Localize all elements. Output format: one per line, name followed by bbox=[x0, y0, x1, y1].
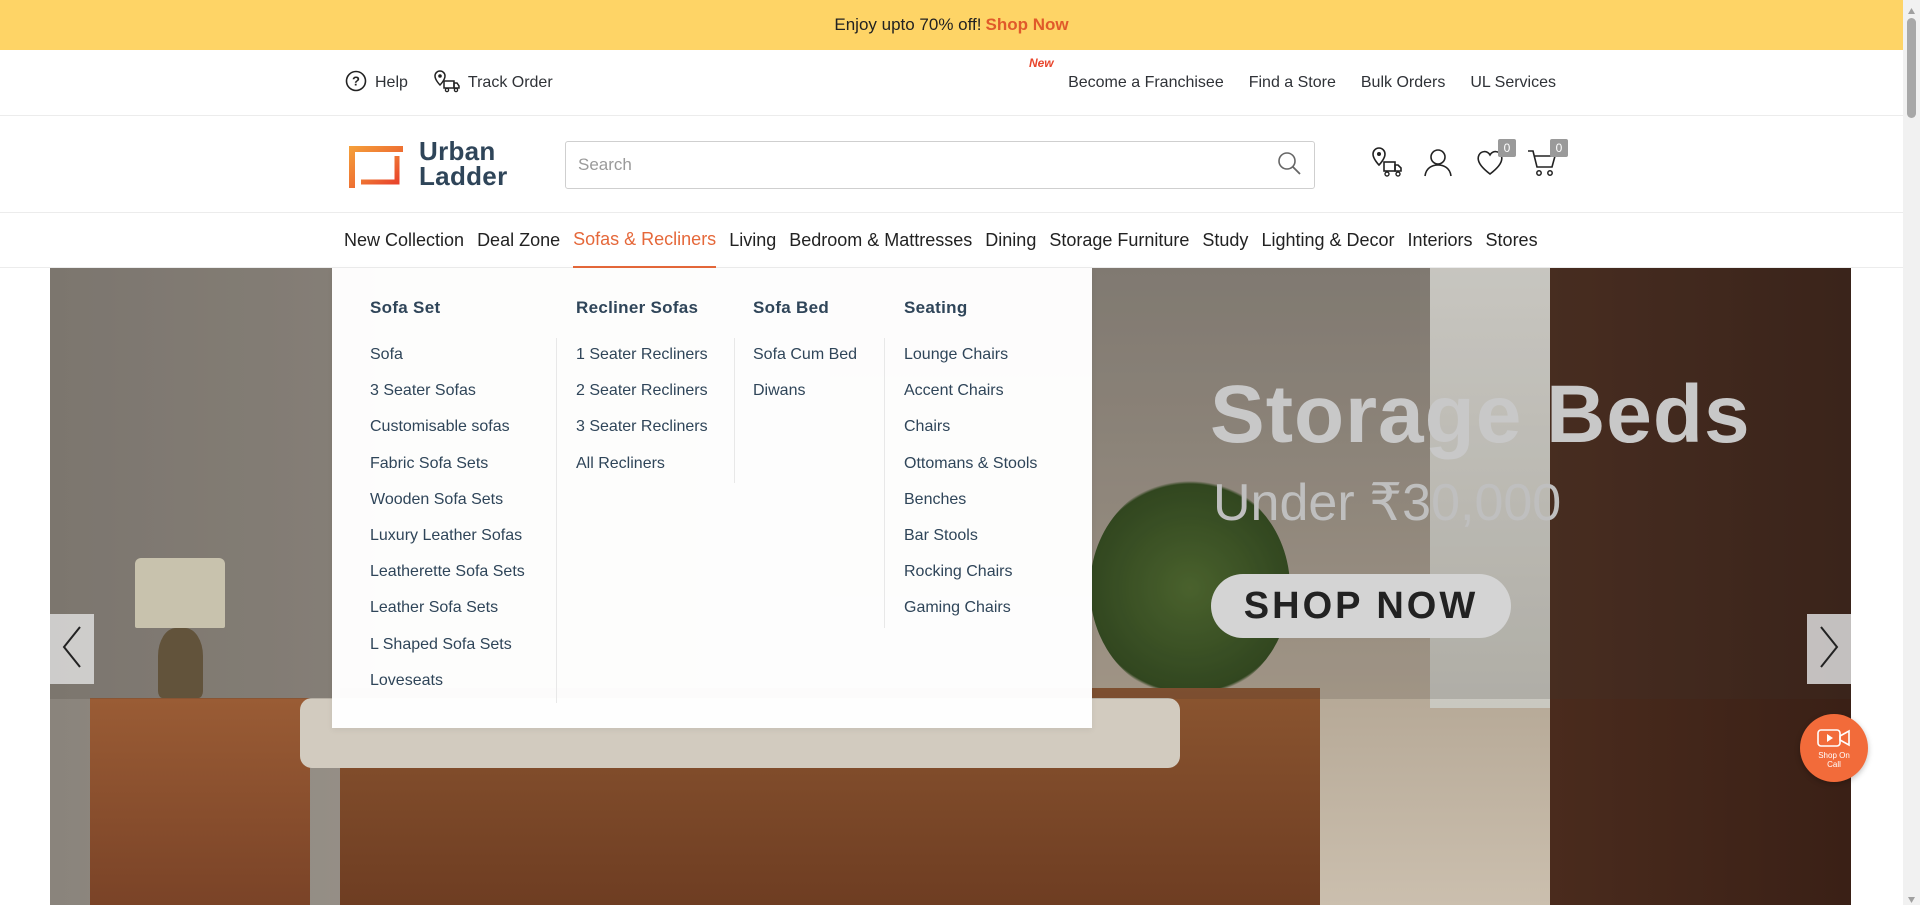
track-order-label: Track Order bbox=[467, 74, 553, 91]
logo-line-2: Ladder bbox=[419, 161, 508, 191]
menu-item[interactable]: Gaming Chairs bbox=[904, 599, 1037, 635]
nav-stores[interactable]: Stores bbox=[1486, 213, 1538, 268]
main-header: Urban Ladder 0 bbox=[0, 117, 1903, 213]
account-button[interactable] bbox=[1422, 147, 1454, 181]
promo-bar: Enjoy upto 70% off! Shop Now bbox=[0, 0, 1903, 50]
menu-item[interactable]: Leather Sofa Sets bbox=[370, 599, 525, 635]
menu-column-seating: Seating Lounge Chairs Accent Chairs Chai… bbox=[904, 298, 1037, 636]
cart-count: 0 bbox=[1550, 139, 1568, 157]
help-label: Help bbox=[375, 74, 408, 91]
menu-heading-recliner-sofas[interactable]: Recliner Sofas bbox=[576, 298, 708, 318]
scrollbar-thumb[interactable] bbox=[1907, 18, 1916, 118]
nav-living[interactable]: Living bbox=[729, 213, 776, 268]
menu-heading-sofa-bed[interactable]: Sofa Bed bbox=[753, 298, 857, 318]
menu-item[interactable]: Leatherette Sofa Sets bbox=[370, 563, 525, 599]
menu-item[interactable]: Ottomans & Stools bbox=[904, 455, 1037, 491]
menu-item[interactable]: Sofa bbox=[370, 346, 525, 382]
menu-item[interactable]: 1 Seater Recliners bbox=[576, 346, 708, 382]
become-franchisee-label: Become a Franchisee bbox=[1068, 74, 1224, 91]
menu-column-sofa-bed: Sofa Bed Sofa Cum Bed Diwans bbox=[753, 298, 857, 418]
nav-sofas-recliners[interactable]: Sofas & Recliners bbox=[573, 213, 717, 268]
category-nav: New Collection Deal Zone Sofas & Recline… bbox=[0, 213, 1903, 268]
menu-item[interactable]: Chairs bbox=[904, 418, 1037, 454]
scroll-down-arrow-icon[interactable] bbox=[1907, 892, 1916, 903]
shop-on-call-label: Shop On bbox=[1818, 751, 1850, 760]
find-a-store-link[interactable]: Find a Store bbox=[1249, 74, 1336, 92]
help-icon: ? bbox=[345, 70, 367, 97]
hero-title: Storage Beds bbox=[1210, 369, 1751, 460]
hero-nightstand-image bbox=[90, 698, 310, 905]
carousel-next-button[interactable] bbox=[1807, 614, 1851, 684]
nav-dining[interactable]: Dining bbox=[985, 213, 1036, 268]
user-icon bbox=[1423, 147, 1453, 182]
track-order-icon bbox=[432, 69, 460, 98]
menu-item[interactable]: Rocking Chairs bbox=[904, 563, 1037, 599]
nav-study[interactable]: Study bbox=[1202, 213, 1248, 268]
menu-column-recliner-sofas: Recliner Sofas 1 Seater Recliners 2 Seat… bbox=[576, 298, 708, 491]
menu-item[interactable]: Fabric Sofa Sets bbox=[370, 455, 525, 491]
carousel-prev-button[interactable] bbox=[50, 614, 94, 684]
nav-deal-zone[interactable]: Deal Zone bbox=[477, 213, 560, 268]
menu-item[interactable]: Luxury Leather Sofas bbox=[370, 527, 525, 563]
logo-mark-icon bbox=[345, 142, 405, 188]
menu-item[interactable]: Accent Chairs bbox=[904, 382, 1037, 418]
menu-column-sofa-set: Sofa Set Sofa 3 Seater Sofas Customisabl… bbox=[370, 298, 525, 708]
menu-item[interactable]: 2 Seater Recliners bbox=[576, 382, 708, 418]
menu-item[interactable]: Loveseats bbox=[370, 672, 525, 708]
nav-lighting-decor[interactable]: Lighting & Decor bbox=[1261, 213, 1394, 268]
sofas-recliners-mega-menu: Sofa Set Sofa 3 Seater Sofas Customisabl… bbox=[332, 268, 1092, 728]
hero-shop-now-button[interactable]: SHOP NOW bbox=[1211, 574, 1511, 638]
nav-bedroom-mattresses[interactable]: Bedroom & Mattresses bbox=[789, 213, 972, 268]
menu-item[interactable]: Customisable sofas bbox=[370, 418, 525, 454]
menu-divider bbox=[884, 338, 885, 628]
search-input[interactable] bbox=[578, 155, 1276, 175]
chevron-right-icon bbox=[1817, 625, 1841, 674]
menu-divider bbox=[556, 338, 557, 703]
menu-item[interactable]: Lounge Chairs bbox=[904, 346, 1037, 382]
scroll-up-arrow-icon[interactable] bbox=[1907, 3, 1916, 14]
search-bar bbox=[565, 141, 1315, 189]
new-badge: New bbox=[1028, 56, 1054, 70]
wishlist-button[interactable]: 0 bbox=[1474, 139, 1516, 181]
page-scrollbar[interactable] bbox=[1903, 0, 1920, 905]
wishlist-count: 0 bbox=[1498, 139, 1516, 157]
nav-interiors[interactable]: Interiors bbox=[1408, 213, 1473, 268]
promo-shop-now-link[interactable]: Shop Now bbox=[986, 15, 1069, 35]
menu-item[interactable]: Benches bbox=[904, 491, 1037, 527]
shop-on-call-label-2: Call bbox=[1827, 760, 1841, 769]
menu-item[interactable]: Sofa Cum Bed bbox=[753, 346, 857, 382]
utility-bar: ? Help Track Order New Become a Franchis… bbox=[0, 50, 1903, 116]
store-locator-icon bbox=[1370, 146, 1402, 183]
chevron-left-icon bbox=[60, 625, 84, 674]
ul-services-link[interactable]: UL Services bbox=[1470, 74, 1556, 92]
shop-on-call-button[interactable]: Shop On Call bbox=[1800, 714, 1868, 782]
logo-wordmark: Urban Ladder bbox=[419, 138, 508, 191]
become-franchisee-link[interactable]: New Become a Franchisee bbox=[1029, 56, 1224, 92]
menu-item[interactable]: L Shaped Sofa Sets bbox=[370, 636, 525, 672]
menu-item[interactable]: 3 Seater Recliners bbox=[576, 418, 708, 454]
svg-text:?: ? bbox=[352, 73, 360, 88]
menu-item[interactable]: All Recliners bbox=[576, 455, 708, 491]
search-icon[interactable] bbox=[1276, 150, 1302, 181]
nav-new-collection[interactable]: New Collection bbox=[344, 213, 464, 268]
cart-button[interactable]: 0 bbox=[1526, 139, 1568, 181]
menu-item[interactable]: Bar Stools bbox=[904, 527, 1037, 563]
menu-heading-sofa-set[interactable]: Sofa Set bbox=[370, 298, 525, 318]
store-locator-button[interactable] bbox=[1370, 146, 1402, 183]
promo-text: Enjoy upto 70% off! bbox=[834, 15, 982, 34]
track-order-link[interactable]: Track Order bbox=[432, 69, 553, 98]
menu-heading-seating[interactable]: Seating bbox=[904, 298, 1037, 318]
bulk-orders-link[interactable]: Bulk Orders bbox=[1361, 74, 1445, 92]
help-link[interactable]: ? Help bbox=[345, 70, 408, 97]
menu-divider bbox=[734, 338, 735, 483]
menu-item[interactable]: 3 Seater Sofas bbox=[370, 382, 525, 418]
nav-storage-furniture[interactable]: Storage Furniture bbox=[1049, 213, 1189, 268]
hero-subtitle: Under ₹30,000 bbox=[1213, 474, 1562, 532]
urban-ladder-logo[interactable]: Urban Ladder bbox=[345, 138, 508, 191]
menu-item[interactable]: Wooden Sofa Sets bbox=[370, 491, 525, 527]
menu-item[interactable]: Diwans bbox=[753, 382, 857, 418]
video-call-icon bbox=[1816, 727, 1852, 751]
